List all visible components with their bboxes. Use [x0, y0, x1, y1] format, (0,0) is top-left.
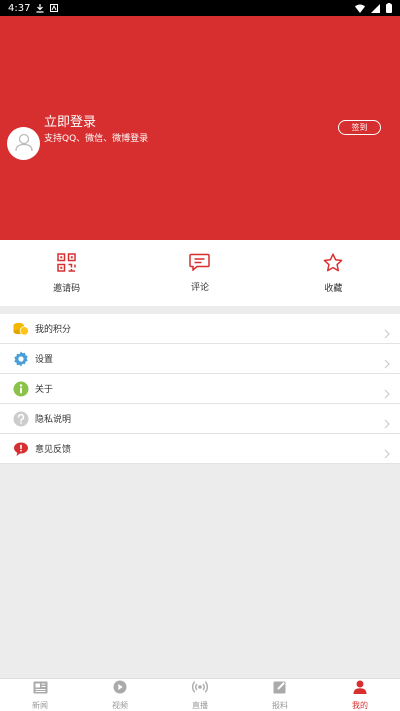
tab-news[interactable]: 新闻: [0, 679, 80, 711]
quick-label: 评论: [190, 283, 209, 293]
menu-item-about[interactable]: 关于: [0, 374, 400, 404]
chevron-right-icon: [384, 414, 390, 433]
login-subtitle: 支持QQ、微信、微博登录: [44, 134, 149, 144]
settings-menu: 我的积分 设置 关于 隐私说明 意见反馈: [0, 314, 400, 464]
video-icon: [113, 679, 127, 698]
status-bar: 4:37: [0, 0, 400, 16]
menu-item-privacy[interactable]: 隐私说明: [0, 404, 400, 434]
menu-label: 设置: [35, 355, 54, 365]
menu-item-feedback[interactable]: 意见反馈: [0, 434, 400, 464]
tab-label: 我的: [352, 701, 368, 710]
tab-label: 新闻: [32, 701, 48, 710]
battery-icon: [386, 3, 392, 13]
tab-label: 报料: [272, 701, 288, 710]
chevron-right-icon: [384, 324, 390, 343]
news-icon: [33, 679, 48, 698]
menu-item-settings[interactable]: 设置: [0, 344, 400, 374]
chevron-right-icon: [384, 444, 390, 463]
info-icon: [13, 381, 29, 397]
quick-actions: 邀请码 评论 收藏: [0, 240, 400, 306]
question-icon: [13, 411, 29, 427]
quick-favorites[interactable]: 收藏: [267, 240, 400, 306]
tab-video[interactable]: 视频: [80, 679, 160, 711]
login-title[interactable]: 立即登录: [44, 111, 96, 130]
chevron-right-icon: [384, 384, 390, 403]
menu-item-points[interactable]: 我的积分: [0, 314, 400, 344]
menu-label: 意见反馈: [35, 445, 72, 455]
wifi-icon: [355, 4, 365, 13]
notification-a-icon: [50, 4, 59, 12]
feedback-icon: [13, 441, 29, 457]
quick-invite-code[interactable]: 邀请码: [0, 240, 133, 306]
profile-icon: [353, 679, 367, 698]
status-time: 4:37: [8, 2, 31, 14]
live-icon: [191, 679, 209, 698]
qr-code-icon: [57, 252, 76, 276]
quick-comment[interactable]: 评论: [133, 240, 266, 306]
coins-icon: [13, 321, 29, 337]
menu-label: 隐私说明: [35, 415, 72, 425]
report-icon: [273, 679, 287, 698]
sign-in-button[interactable]: 签到: [338, 120, 381, 135]
quick-label: 收藏: [324, 283, 343, 294]
bottom-tab-bar: 新闻 视频 直播 报料 我的: [0, 678, 400, 711]
signal-icon: [371, 3, 380, 13]
download-icon: [36, 3, 44, 13]
quick-label: 邀请码: [53, 283, 81, 294]
tab-report[interactable]: 报料: [240, 679, 320, 711]
star-icon: [323, 252, 343, 276]
chevron-right-icon: [384, 354, 390, 373]
tab-profile[interactable]: 我的: [320, 679, 400, 711]
gear-icon: [13, 351, 29, 367]
avatar[interactable]: [7, 127, 40, 160]
tab-label: 视频: [112, 701, 128, 710]
comment-icon: [189, 253, 211, 275]
tab-live[interactable]: 直播: [160, 679, 240, 711]
menu-label: 关于: [35, 385, 54, 395]
user-icon: [13, 131, 35, 157]
tab-label: 直播: [192, 701, 208, 710]
menu-label: 我的积分: [35, 325, 72, 335]
